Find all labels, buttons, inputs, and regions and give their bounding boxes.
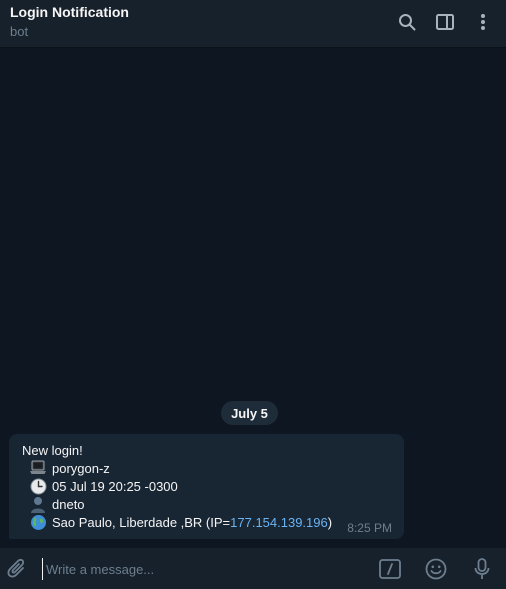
search-icon[interactable] [395, 10, 419, 34]
device-name: porygon-z [52, 460, 110, 476]
globe-icon [29, 513, 47, 531]
location-suffix: ) [327, 514, 333, 530]
message-line-device: porygon-z [29, 459, 110, 477]
message-line-location: Sao Paulo, Liberdade ,BR (IP= 177.154.139… [29, 513, 332, 531]
bot-commands-icon[interactable] [378, 557, 402, 581]
microphone-icon[interactable] [470, 557, 494, 581]
location-text: Sao Paulo, Liberdade ,BR (IP= [52, 514, 231, 530]
message-time: 8:25 PM [347, 521, 392, 535]
message-line-user: dneto [29, 495, 85, 513]
message-line-time: 05 Jul 19 20:25 -0300 [29, 477, 178, 495]
clock-icon [29, 477, 47, 495]
laptop-icon [29, 459, 47, 477]
paperclip-icon[interactable] [5, 557, 29, 581]
message-list[interactable]: July 5 New login! porygon-z 05 Jul 19 20… [0, 48, 506, 548]
emoji-icon[interactable] [424, 557, 448, 581]
user-icon [29, 495, 47, 513]
username: dneto [52, 496, 85, 512]
chat-subtitle: bot [10, 24, 29, 39]
chat-title[interactable]: Login Notification [10, 4, 129, 20]
login-timestamp: 05 Jul 19 20:25 -0300 [52, 478, 178, 494]
ip-address-link[interactable]: 177.154.139.196 [230, 515, 328, 530]
more-vertical-icon[interactable] [471, 10, 495, 34]
sidebar-toggle-icon[interactable] [433, 10, 457, 34]
chat-header: Login Notification bot [0, 0, 506, 48]
message-composer [0, 548, 506, 589]
date-separator: July 5 [221, 401, 278, 425]
message-heading: New login! [22, 443, 83, 458]
message-input[interactable] [42, 558, 362, 580]
message-bubble[interactable]: New login! porygon-z 05 Jul 19 20:25 -03… [9, 434, 404, 539]
